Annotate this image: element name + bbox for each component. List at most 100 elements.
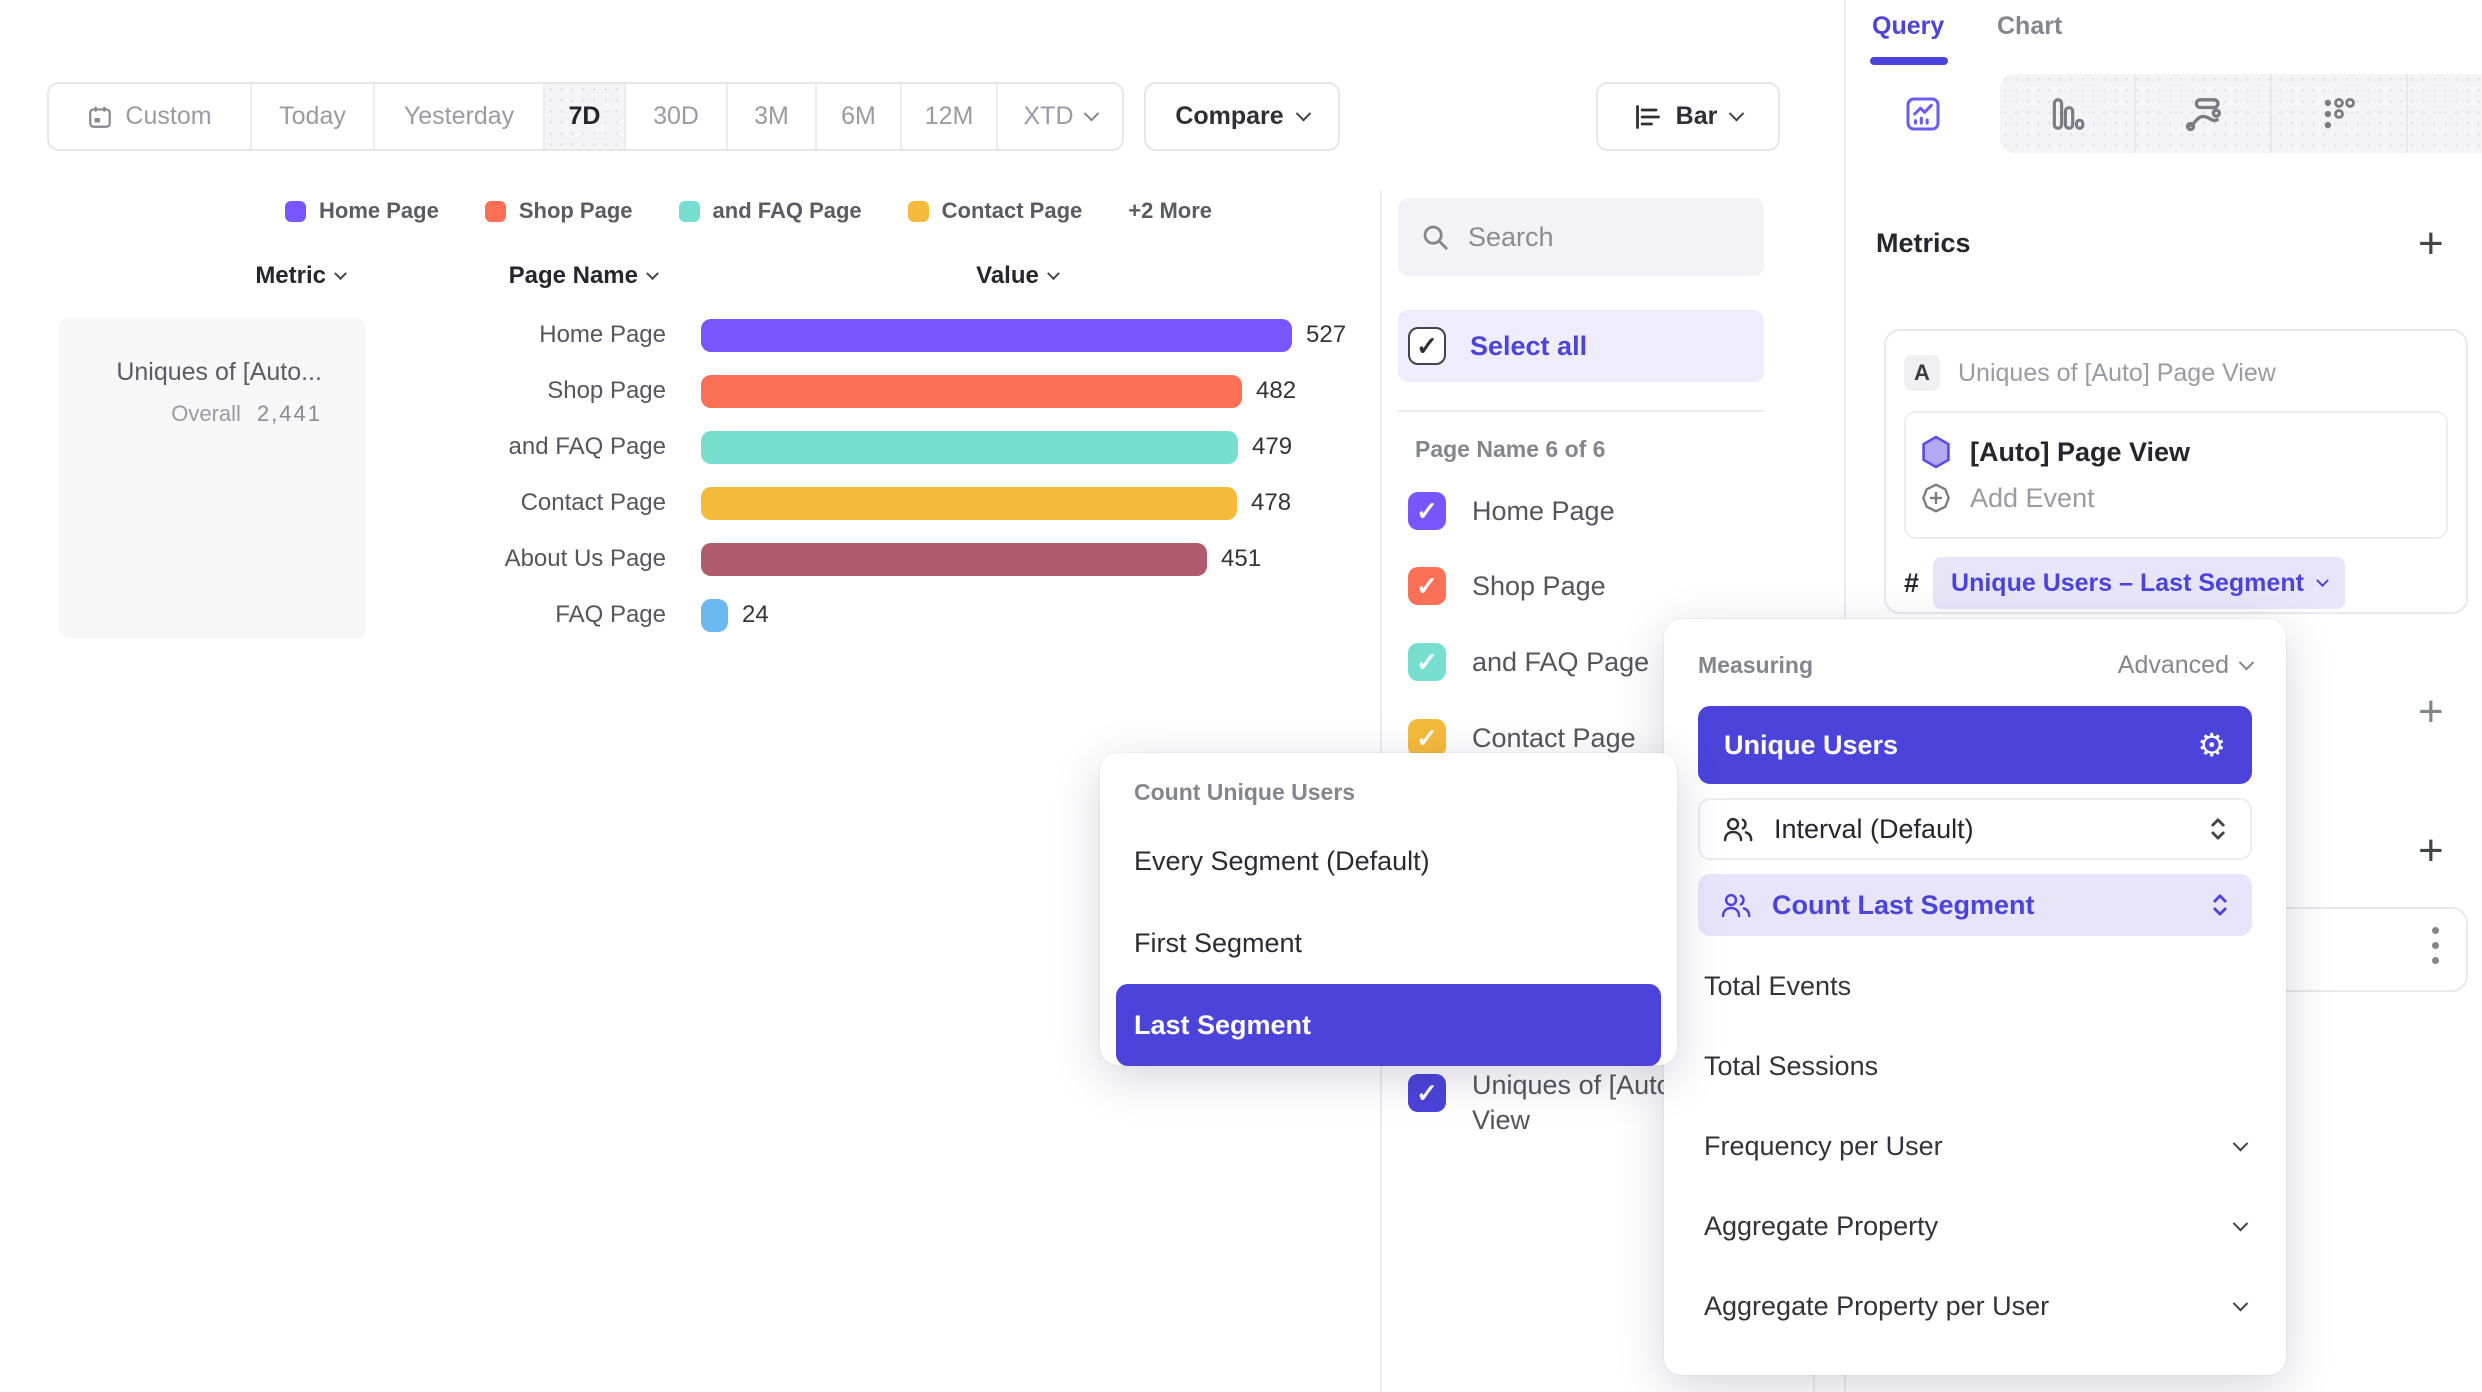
segment-row-shop-page[interactable]: ✓ Shop Page <box>1408 567 1768 605</box>
chart-type-button[interactable]: Bar <box>1596 82 1780 151</box>
analytics-app: Custom Today Yesterday 7D 30D 3M 6M 12M … <box>0 0 2482 1392</box>
tab-query[interactable]: Query <box>1872 12 1944 41</box>
date-range-3m[interactable]: 3M <box>728 84 817 149</box>
legend-item[interactable]: Shop Page <box>485 198 633 224</box>
column-header-value[interactable]: Value <box>917 262 1117 290</box>
column-header-label: Value <box>976 262 1039 290</box>
chevron-down-icon <box>2316 574 2329 587</box>
segment-row-home-page[interactable]: ✓ Home Page <box>1408 492 1768 530</box>
count-option-every-segment[interactable]: Every Segment (Default) <box>1116 820 1661 902</box>
select-all-row[interactable]: ✓ Select all <box>1398 310 1764 382</box>
checkbox-checked[interactable]: ✓ <box>1408 1074 1446 1112</box>
measuring-option-unique-users[interactable]: Unique Users ⚙ <box>1698 706 2252 784</box>
measurement-dropdown[interactable]: Unique Users – Last Segment <box>1933 557 2345 609</box>
count-menu-title: Count Unique Users <box>1116 779 1661 806</box>
column-header-metric[interactable]: Metric <box>145 262 345 290</box>
advanced-dropdown[interactable]: Advanced <box>2118 651 2252 680</box>
chart-bar-row: and FAQ Page 479 <box>416 425 1292 469</box>
compare-button[interactable]: Compare <box>1144 82 1340 151</box>
date-range-label: 7D <box>569 102 601 131</box>
measuring-option-aggregate-property[interactable]: Aggregate Property <box>1698 1186 2252 1266</box>
count-unique-users-menu: Count Unique Users Every Segment (Defaul… <box>1100 753 1677 1065</box>
bar-category-label: Contact Page <box>416 489 666 517</box>
add-breakdown-button[interactable]: + <box>2418 829 2444 873</box>
date-range-label: Custom <box>125 102 211 131</box>
report-tab-funnels[interactable] <box>2000 74 2136 153</box>
legend-item[interactable]: Contact Page <box>908 198 1083 224</box>
metric-definition-card[interactable]: A Uniques of [Auto] Page View [Auto] Pag… <box>1884 329 2468 614</box>
insights-icon <box>1903 94 1943 134</box>
bar[interactable] <box>701 543 1207 576</box>
date-range-7d[interactable]: 7D <box>545 84 626 149</box>
add-metric-button[interactable]: + <box>2418 222 2444 266</box>
bar[interactable] <box>701 487 1237 520</box>
count-option-last-segment[interactable]: Last Segment <box>1116 984 1661 1066</box>
chevron-down-icon <box>1083 106 1099 122</box>
checkbox-checked[interactable]: ✓ <box>1408 643 1446 681</box>
option-label: Aggregate Property per User <box>1704 1291 2049 1322</box>
measuring-option-aggregate-property-per-user[interactable]: Aggregate Property per User <box>1698 1266 2252 1346</box>
compare-label: Compare <box>1175 102 1283 131</box>
search-input[interactable] <box>1468 222 1728 253</box>
date-range-xtd[interactable]: XTD <box>998 84 1122 149</box>
option-label: Total Sessions <box>1704 1051 1878 1082</box>
stepper-icon <box>2210 892 2230 918</box>
add-filter-button[interactable]: + <box>2418 690 2444 734</box>
measuring-option-total-events[interactable]: Total Events <box>1698 946 2252 1026</box>
bar-value-label: 478 <box>1251 489 1291 517</box>
option-label: Unique Users <box>1724 730 1898 761</box>
checkbox-checked[interactable]: ✓ <box>1408 492 1446 530</box>
date-range-12m[interactable]: 12M <box>902 84 998 149</box>
date-range-30d[interactable]: 30D <box>626 84 728 149</box>
active-tab-indicator <box>1870 57 1948 65</box>
report-tab-flows[interactable] <box>2136 74 2272 153</box>
measuring-title: Measuring <box>1698 652 1813 679</box>
legend-label: Home Page <box>319 198 439 224</box>
date-range-6m[interactable]: 6M <box>817 84 902 149</box>
legend-item[interactable]: Home Page <box>285 198 439 224</box>
date-range-label: XTD <box>1024 102 1074 131</box>
report-type-tabs <box>1846 74 2482 153</box>
measuring-suboption-interval[interactable]: Interval (Default) <box>1698 798 2252 860</box>
measuring-menu: Measuring Advanced Unique Users ⚙ Interv… <box>1664 619 2286 1375</box>
bar-category-label: and FAQ Page <box>416 433 666 461</box>
date-range-today[interactable]: Today <box>252 84 375 149</box>
measuring-option-frequency-per-user[interactable]: Frequency per User <box>1698 1106 2252 1186</box>
chevron-down-icon <box>2239 655 2255 671</box>
funnels-icon <box>2048 95 2086 133</box>
checkbox-checked[interactable]: ✓ <box>1408 567 1446 605</box>
bar-category-label: FAQ Page <box>416 601 666 629</box>
option-label: Frequency per User <box>1704 1131 1943 1162</box>
select-all-checkbox[interactable]: ✓ <box>1408 327 1446 365</box>
segment-search[interactable] <box>1398 198 1764 276</box>
count-option-first-segment[interactable]: First Segment <box>1116 902 1661 984</box>
chevron-down-icon <box>2233 1135 2249 1151</box>
gear-icon[interactable]: ⚙ <box>2197 729 2226 761</box>
chevron-down-icon <box>1295 106 1311 122</box>
measuring-option-total-sessions[interactable]: Total Sessions <box>1698 1026 2252 1106</box>
event-row[interactable]: [Auto] Page View <box>1920 429 2432 475</box>
report-tab-retention[interactable] <box>2272 74 2408 153</box>
legend-item[interactable]: and FAQ Page <box>679 198 862 224</box>
legend-label: Contact Page <box>942 198 1083 224</box>
date-range-yesterday[interactable]: Yesterday <box>375 84 545 149</box>
column-header-page-name[interactable]: Page Name <box>437 262 657 290</box>
chevron-down-icon <box>2233 1295 2249 1311</box>
checkbox-checked[interactable]: ✓ <box>1408 719 1446 757</box>
report-tab-insights[interactable] <box>1846 74 2000 153</box>
measuring-suboption-count-last-segment[interactable]: Count Last Segment <box>1698 874 2252 936</box>
add-event-row[interactable]: Add Event <box>1920 475 2432 521</box>
bar-value-label: 24 <box>742 601 769 629</box>
bar[interactable] <box>701 431 1238 464</box>
more-options-icon[interactable] <box>2432 927 2442 964</box>
metric-summary-card[interactable]: Uniques of [Auto... Overall2,441 <box>59 318 366 638</box>
divider <box>1398 410 1764 412</box>
date-range-custom[interactable]: Custom <box>49 84 252 149</box>
bar[interactable] <box>701 375 1242 408</box>
tab-chart[interactable]: Chart <box>1997 12 2062 41</box>
bar[interactable] <box>701 599 728 632</box>
legend-label: and FAQ Page <box>713 198 862 224</box>
measurement-row: # Unique Users – Last Segment <box>1904 557 2448 609</box>
bar[interactable] <box>701 319 1292 352</box>
legend-more-link[interactable]: +2 More <box>1128 198 1212 224</box>
